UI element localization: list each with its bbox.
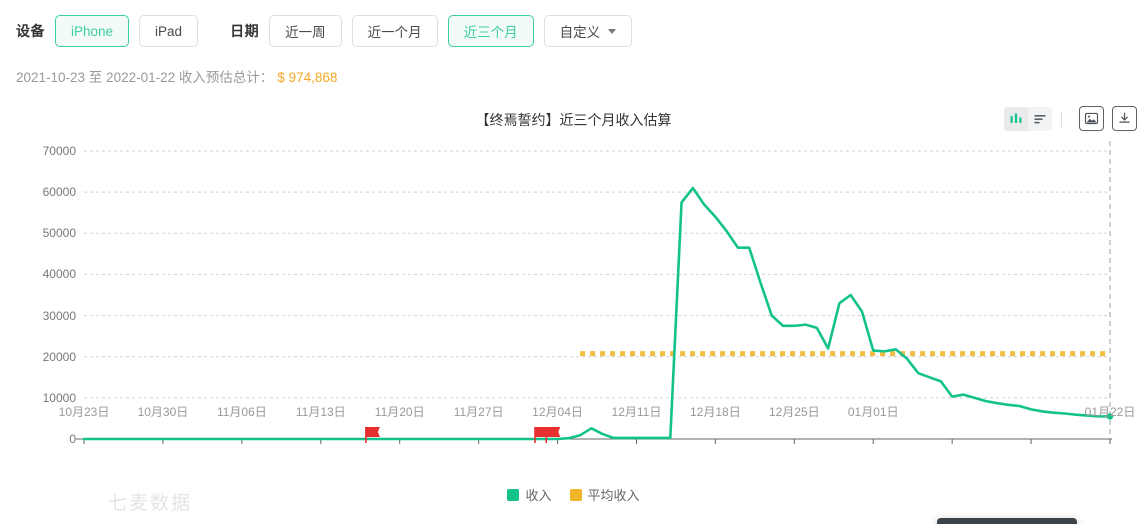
device-option-iphone-label: iPhone — [71, 23, 114, 39]
legend-item-revenue[interactable]: 收入 — [507, 485, 552, 504]
date-option-custom[interactable]: 自定义 — [543, 15, 633, 47]
date-option-month-label: 近一个月 — [367, 25, 422, 40]
date-option-three-months[interactable]: 近三个月 — [447, 15, 534, 47]
chart-canvas — [76, 141, 1114, 444]
x-axis-tick-label: 12月18日 — [690, 405, 741, 419]
x-axis-tick-label: 11月27日 — [453, 405, 504, 419]
revenue-chart-card: 【终焉誓约】近三个月收入估算 七麦数据 0 10000 20000 30000 … — [0, 100, 1147, 524]
x-axis-tick-label: 12月11日 — [611, 405, 662, 419]
legend-label-average: 平均收入 — [587, 488, 640, 503]
summary-line: 2021-10-23 至 2022-01-22 收入预估总计： $ 974,868 — [16, 66, 337, 86]
x-axis-tick-label: 01月01日 — [847, 405, 899, 419]
x-axis-tick-label: 01月22日 — [1084, 405, 1136, 419]
chart-legend: 收入 平均收入 — [0, 485, 1147, 504]
legend-swatch-revenue — [507, 488, 520, 501]
date-option-custom-label: 自定义 — [559, 25, 601, 40]
date-filter-label: 日期 — [230, 23, 260, 39]
x-axis-tick-label: 11月20日 — [374, 405, 425, 419]
flag-marker-icon[interactable] — [365, 427, 380, 443]
x-axis-tick-label: 10月30日 — [137, 405, 189, 419]
date-option-three-months-label: 近三个月 — [463, 25, 518, 40]
chart-plot-area: 七麦数据 0 10000 20000 30000 40000 50000 60000 7000… — [0, 100, 1147, 524]
legend-swatch-average — [569, 488, 582, 501]
flag-marker-icon[interactable] — [545, 427, 561, 443]
device-option-ipad[interactable]: iPad — [139, 15, 199, 47]
revenue-estimate-page: 设备 iPhone iPad 日期 近一周 近一个月 近三个月 自定义 2021… — [0, 0, 1147, 524]
x-axis-tick-label: 11月06日 — [216, 405, 267, 419]
legend-label-revenue: 收入 — [525, 488, 552, 503]
summary-total-amount: $ 974,868 — [277, 70, 338, 85]
x-axis-tick-label: 11月13日 — [295, 405, 346, 419]
device-option-iphone[interactable]: iPhone — [55, 15, 130, 47]
legend-item-average[interactable]: 平均收入 — [569, 485, 640, 504]
summary-range-text: 2021-10-23 至 2022-01-22 收入预估总计： — [16, 70, 274, 85]
filter-bar: 设备 iPhone iPad 日期 近一周 近一个月 近三个月 自定义 — [0, 0, 1147, 62]
date-option-week-label: 近一周 — [285, 25, 326, 40]
date-option-month[interactable]: 近一个月 — [351, 15, 438, 47]
device-option-ipad-label: iPad — [155, 23, 183, 39]
date-option-week[interactable]: 近一周 — [269, 15, 342, 47]
chart-tooltip: 2022年01月22日 收入 $5,474 平均收入 $20,742 — [937, 518, 1077, 524]
x-axis-tick-label: 10月23日 — [58, 405, 110, 419]
x-axis-tick-label: 12月04日 — [532, 405, 583, 419]
x-axis-tick-label: 12月25日 — [768, 405, 820, 419]
chevron-down-icon — [608, 28, 617, 34]
device-filter-label: 设备 — [16, 23, 45, 39]
